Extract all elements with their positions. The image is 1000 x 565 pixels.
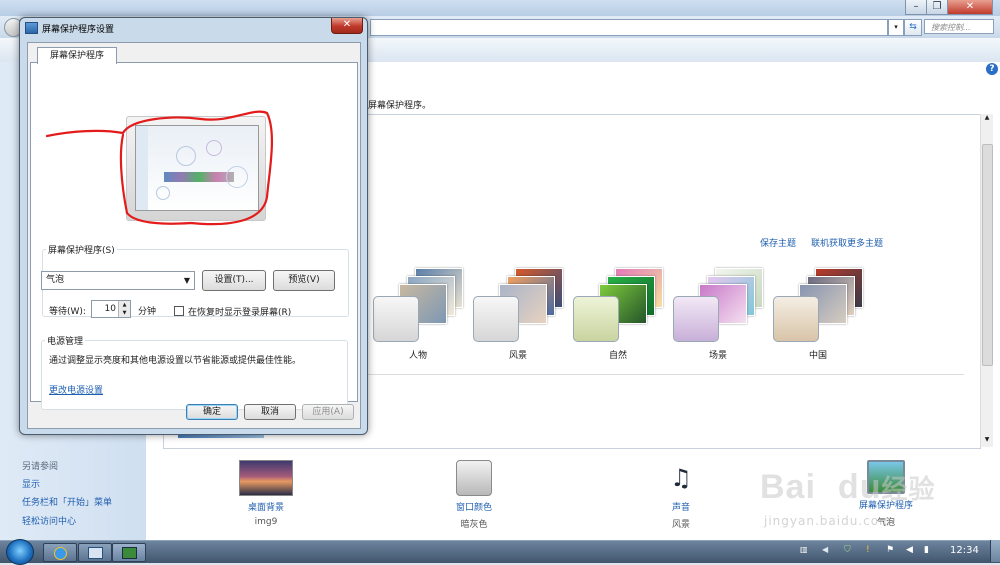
wait-minutes-spinner[interactable]: 10 ▲ ▼ <box>91 300 131 318</box>
taskbar-ie-button[interactable] <box>43 543 77 562</box>
theme-name: 人物 <box>408 351 427 361</box>
tab-screensaver[interactable]: 屏幕保护程序 <box>37 47 117 64</box>
chevron-down-icon: ▼ <box>183 276 190 285</box>
scroll-thumb[interactable] <box>982 144 993 366</box>
taskbar-screensaver-button[interactable] <box>112 543 146 562</box>
screensaver-app-icon <box>25 22 38 34</box>
sound-music-note-icon: ♫ <box>670 464 692 492</box>
change-power-settings-link[interactable]: 更改电源设置 <box>49 383 103 396</box>
watermark-brand-tail: du <box>837 468 882 506</box>
see-also-ease-of-access-link[interactable]: 轻松访问中心 <box>22 514 76 527</box>
wait-minutes-value: 10 <box>104 304 116 314</box>
screensaver-monitor-icon <box>122 547 137 559</box>
window-color-title: 窗口颜色 <box>455 503 492 513</box>
taskbar-clock[interactable]: 12:34 <box>950 542 979 560</box>
screensaver-select-value: 气泡 <box>46 275 65 285</box>
theme-color-swatch <box>373 296 419 342</box>
scroll-up-icon[interactable]: ▲ <box>981 114 993 124</box>
screensaver-settings-dialog: 屏幕保护程序设置 ✕ 屏幕保护程序 屏幕保护程序(S) 气泡 ▼ 设置(T)..… <box>19 17 368 435</box>
minimize-button[interactable]: – <box>905 0 927 15</box>
dialog-title: 屏幕保护程序设置 <box>42 25 115 35</box>
page-description: 屏幕保护程序。 <box>368 101 432 111</box>
explorer-window-icon <box>88 547 103 559</box>
theme-item[interactable]: 人物 <box>373 268 463 361</box>
resume-logon-label: 在恢复时显示登录屏幕(R) <box>188 308 292 318</box>
wait-unit: 分钟 <box>138 307 157 317</box>
theme-name: 中国 <box>808 351 827 361</box>
window-titlebar <box>0 0 1000 16</box>
theme-item[interactable]: 风景 <box>473 268 563 361</box>
watermark-url: jingyan.baidu.com <box>764 514 892 528</box>
show-hidden-icons-icon[interactable]: ◀ <box>822 545 828 554</box>
theme-item[interactable]: 中国 <box>773 268 863 361</box>
window-color-swatch <box>456 460 492 496</box>
spin-up-icon[interactable]: ▲ <box>118 301 130 309</box>
help-icon[interactable]: ? <box>986 63 998 75</box>
address-dropdown-icon[interactable]: ▾ <box>888 19 904 36</box>
alert-icon[interactable]: ! <box>866 545 870 555</box>
spin-down-icon[interactable]: ▼ <box>118 309 130 317</box>
theme-color-swatch <box>573 296 619 342</box>
address-field[interactable] <box>370 19 888 36</box>
preview-button[interactable]: 预览(V) <box>273 270 335 291</box>
action-center-flag-icon[interactable]: ⚑ <box>886 545 894 555</box>
start-button[interactable] <box>6 539 34 565</box>
desktop-background-value: img9 <box>254 517 278 527</box>
screensaver-group-label: 屏幕保护程序(S) <box>46 243 117 256</box>
search-input[interactable]: 搜索控制... <box>924 19 994 34</box>
watermark-brand: Bai <box>760 468 816 506</box>
save-theme-link[interactable]: 保存主题 <box>760 236 796 249</box>
theme-name: 场景 <box>708 351 727 361</box>
red-annotation-scribble <box>45 110 273 226</box>
power-management-group <box>41 340 348 410</box>
taskbar-explorer-button[interactable] <box>78 543 112 562</box>
power-description: 通过调整显示亮度和其他电源设置以节省能源或提供最佳性能。 <box>49 356 302 366</box>
ok-button[interactable]: 确定 <box>186 404 238 420</box>
baidu-watermark: Bai du经验 jingyan.baidu.com <box>760 468 990 540</box>
theme-item[interactable]: 自然 <box>573 268 663 361</box>
theme-color-swatch <box>673 296 719 342</box>
window-color-item[interactable]: 窗口颜色 暗灰色 <box>434 460 514 530</box>
sound-title: 声音 <box>671 503 690 513</box>
scrollbar[interactable]: ▲ ▼ <box>980 114 993 447</box>
desktop-background-title: 桌面背景 <box>247 503 284 513</box>
theme-color-swatch <box>773 296 819 342</box>
theme-color-swatch <box>473 296 519 342</box>
resume-logon-checkbox[interactable] <box>174 306 184 316</box>
wait-label: 等待(W): <box>49 307 86 317</box>
theme-item[interactable]: 场景 <box>673 268 763 361</box>
theme-name: 自然 <box>608 351 627 361</box>
system-tray: ▥ ◀ ⛉ ! ⚑ ◀ ▮ <box>800 545 940 559</box>
sound-item[interactable]: ♫ 声音 风景 <box>641 460 721 530</box>
refresh-icon[interactable]: ⇆ <box>904 19 922 36</box>
divider <box>360 374 964 375</box>
security-shield-icon[interactable]: ⛉ <box>844 545 851 555</box>
show-desktop-button[interactable] <box>990 540 1000 562</box>
screensaver-select[interactable]: 气泡 ▼ <box>41 271 195 290</box>
window-close-button[interactable]: ✕ <box>947 0 993 15</box>
see-also-heading: 另请参阅 <box>22 462 59 472</box>
dialog-titlebar[interactable]: 屏幕保护程序设置 <box>20 18 367 38</box>
desktop-background-item[interactable]: 桌面背景 img9 <box>226 460 306 527</box>
cancel-button[interactable]: 取消 <box>244 404 296 420</box>
dialog-close-button[interactable]: ✕ <box>331 18 363 34</box>
get-more-themes-link[interactable]: 联机获取更多主题 <box>811 236 883 249</box>
dialog-body: 屏幕保护程序 屏幕保护程序(S) 气泡 ▼ 设置(T)... 预览(V) 等待(… <box>27 42 361 429</box>
scroll-down-icon[interactable]: ▼ <box>981 436 993 446</box>
sound-value: 风景 <box>671 520 690 530</box>
watermark-brand-cn: 经验 <box>881 474 936 504</box>
maximize-button[interactable]: ❐ <box>926 0 948 15</box>
see-also-display-link[interactable]: 显示 <box>22 477 40 490</box>
settings-button[interactable]: 设置(T)... <box>202 270 266 291</box>
ie-icon <box>54 547 67 560</box>
power-group-label: 电源管理 <box>45 334 86 347</box>
window-color-value: 暗灰色 <box>460 520 488 530</box>
apply-button[interactable]: 应用(A) <box>302 404 354 420</box>
volume-icon[interactable]: ◀ <box>906 545 913 555</box>
desktop-background-thumbnail <box>239 460 293 496</box>
signal-icon[interactable]: ▮ <box>924 545 929 555</box>
theme-name: 风景 <box>508 351 527 361</box>
network-icon[interactable]: ▥ <box>800 545 808 554</box>
see-also-taskbar-link[interactable]: 任务栏和「开始」菜单 <box>22 495 112 508</box>
